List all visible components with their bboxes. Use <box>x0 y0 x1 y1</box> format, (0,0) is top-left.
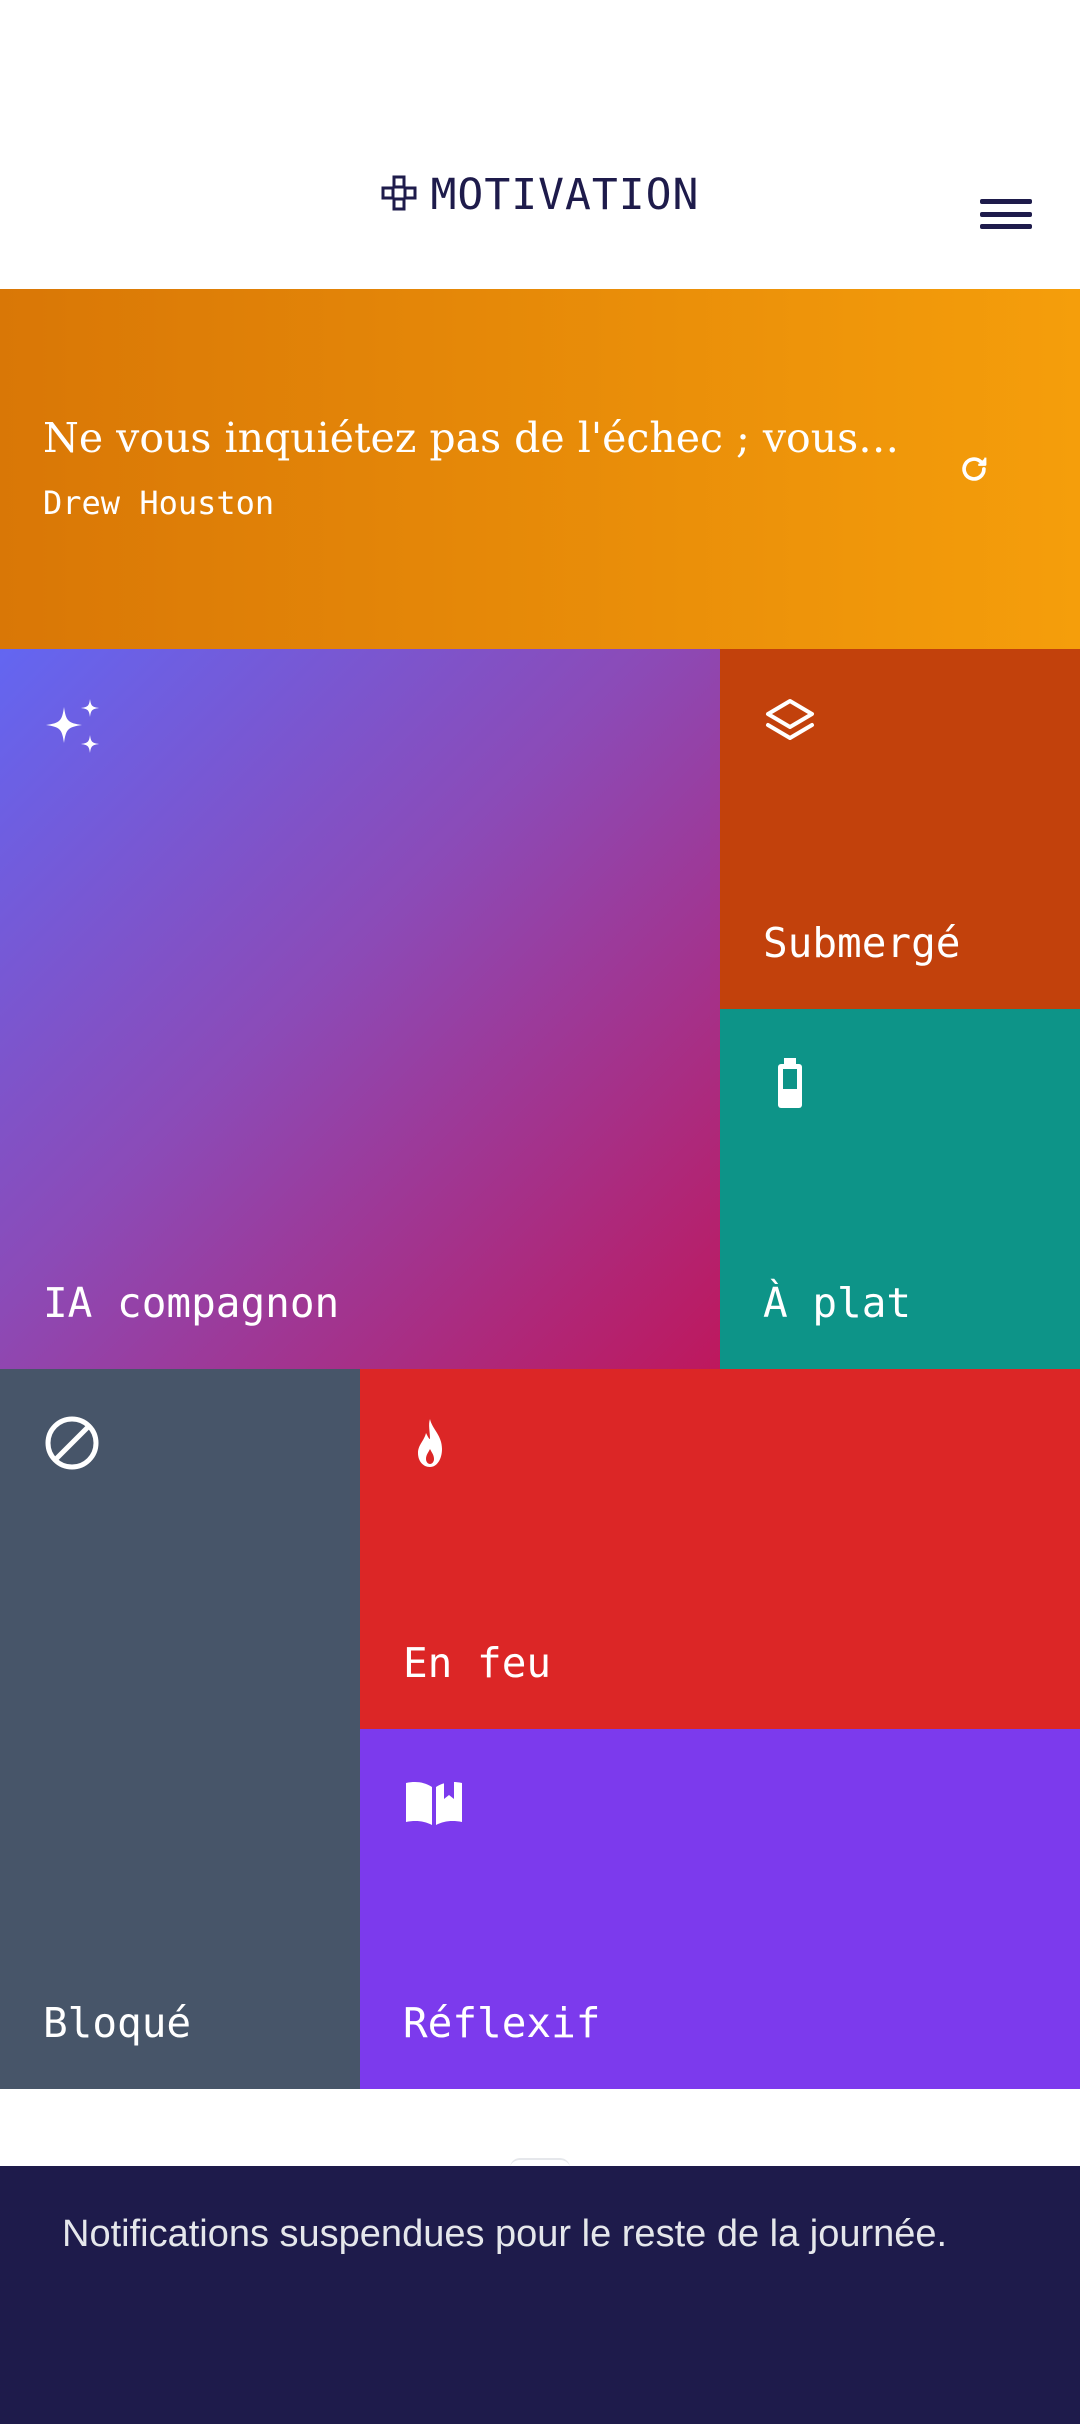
ban-icon <box>42 1411 106 1475</box>
app-brand: MOTIVATION <box>0 160 1080 230</box>
tile-reflexif[interactable]: Réflexif <box>360 1729 1080 2089</box>
sparkles-icon <box>42 697 106 761</box>
tile-label: IA compagnon <box>43 1279 340 1327</box>
hamburger-menu-icon[interactable] <box>976 190 1036 238</box>
refresh-icon[interactable] <box>954 449 994 489</box>
tile-label: Bloqué <box>43 1999 192 2047</box>
quote-text: Ne vous inquiétez pas de l'échec ; vous … <box>43 414 903 462</box>
flame-icon <box>402 1411 466 1475</box>
gamepad-icon <box>381 175 417 215</box>
tile-submerge[interactable]: Submergé <box>720 649 1080 1009</box>
quote-author: Drew Houston <box>43 484 275 522</box>
quote-banner: Ne vous inquiétez pas de l'échec ; vous … <box>0 289 1080 649</box>
tile-label: Submergé <box>763 919 961 967</box>
battery-icon <box>762 1051 826 1115</box>
tile-label: Réflexif <box>403 1999 601 2047</box>
layers-icon <box>762 691 826 755</box>
tile-label: En feu <box>403 1639 552 1687</box>
tile-en-feu[interactable]: En feu <box>360 1369 1080 1729</box>
book-open-icon <box>402 1771 466 1835</box>
tile-label: À plat <box>763 1279 912 1327</box>
tile-bloque[interactable]: Bloqué <box>0 1369 360 2089</box>
snackbar: Notifications suspendues pour le reste d… <box>0 2166 1080 2424</box>
snackbar-message: Notifications suspendues pour le reste d… <box>62 2213 948 2255</box>
tile-ia-compagnon[interactable]: IA compagnon <box>0 649 720 1369</box>
app-title: MOTIVATION <box>430 170 700 220</box>
tile-a-plat[interactable]: À plat <box>720 1009 1080 1369</box>
app-header: MOTIVATION <box>0 0 1080 289</box>
